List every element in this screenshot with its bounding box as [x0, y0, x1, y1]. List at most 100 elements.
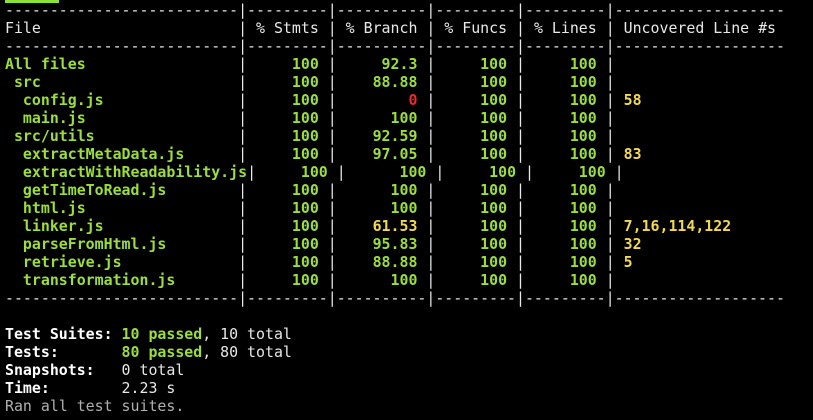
table-row: linker.js | 100 | 61.53 | 100 | 100 | 7,… — [5, 217, 731, 235]
file-name: linker.js — [5, 217, 239, 235]
table-row: extractMetaData.js | 100 | 97.05 | 100 |… — [5, 145, 642, 163]
stmts-value: 100 — [247, 199, 328, 217]
table-row: main.js | 100 | 100 | 100 | 100 | — [5, 109, 624, 127]
column-divider: | — [605, 199, 615, 217]
column-divider: | — [516, 235, 525, 253]
column-divider: | — [605, 217, 615, 235]
lines-value: 100 — [525, 199, 606, 217]
branch-value: 95.83 — [336, 235, 427, 253]
file-name: extractWithReadability.js — [5, 163, 248, 181]
column-divider: | — [516, 181, 525, 199]
table-row: html.js | 100 | 100 | 100 | 100 | — [5, 199, 624, 217]
column-divider: | — [327, 109, 337, 127]
lines-value: 100 — [525, 109, 606, 127]
stmts-value: 100 — [247, 55, 328, 73]
column-divider: | — [516, 73, 525, 91]
column-divider: | — [238, 19, 248, 37]
header-branch: % Branch — [336, 19, 427, 37]
column-divider: | — [327, 73, 337, 91]
stmts-value: 100 — [247, 181, 328, 199]
summary-value: 2.23 s — [121, 379, 176, 397]
file-name: main.js — [5, 109, 239, 127]
column-divider: | — [336, 163, 346, 181]
file-name: src — [5, 73, 239, 91]
column-divider: | — [605, 91, 615, 109]
funcs-value: 100 — [435, 199, 517, 217]
lines-value: 100 — [525, 235, 606, 253]
file-name: src/utils — [5, 127, 239, 145]
column-divider: | — [426, 55, 436, 73]
column-divider: | — [327, 91, 337, 109]
stmts-value: 100 — [247, 235, 328, 253]
summary-time: Time: 2.23 s — [5, 379, 175, 397]
uncovered-lines — [615, 181, 624, 199]
column-divider: | — [247, 163, 257, 181]
column-divider: | — [327, 235, 337, 253]
stmts-value: 100 — [247, 73, 328, 91]
column-divider: | — [605, 181, 615, 199]
column-divider: | — [614, 163, 624, 181]
funcs-value: 100 — [435, 181, 517, 199]
funcs-value: 100 — [435, 235, 517, 253]
column-divider: | — [516, 145, 525, 163]
column-divider: | — [238, 217, 248, 235]
branch-value: 88.88 — [336, 253, 427, 271]
separator-text: --------------------------|---------|---… — [5, 37, 785, 55]
uncovered-lines — [615, 55, 624, 73]
column-divider: | — [605, 127, 615, 145]
uncovered-lines — [615, 127, 624, 145]
column-divider: | — [426, 109, 436, 127]
column-divider: | — [516, 199, 525, 217]
column-divider: | — [605, 235, 615, 253]
branch-value: 0 — [336, 91, 427, 109]
stmts-value: 100 — [247, 217, 328, 235]
file-name: All files — [5, 55, 239, 73]
column-divider: | — [327, 271, 337, 289]
uncovered-lines — [615, 271, 624, 289]
branch-value: 92.3 — [336, 55, 427, 73]
column-divider: | — [327, 145, 337, 163]
summary-test-suites: Test Suites: 10 passed, 10 total — [5, 325, 292, 343]
stmts-value: 100 — [247, 91, 328, 109]
summary-label: Tests: — [5, 343, 122, 361]
column-divider: | — [516, 19, 525, 37]
column-divider: | — [327, 253, 337, 271]
funcs-value: 100 — [435, 109, 517, 127]
table-row: getTimeToRead.js | 100 | 100 | 100 | 100… — [5, 181, 624, 199]
funcs-value: 100 — [435, 253, 517, 271]
column-divider: | — [426, 271, 436, 289]
branch-value: 88.88 — [336, 73, 427, 91]
stmts-value: 100 — [247, 127, 328, 145]
column-divider: | — [426, 217, 436, 235]
file-name: getTimeToRead.js — [5, 181, 239, 199]
table-row: parseFromHtml.js | 100 | 95.83 | 100 | 1… — [5, 235, 642, 253]
uncovered-lines: 32 — [614, 235, 642, 253]
funcs-value: 100 — [435, 91, 517, 109]
lines-value: 100 — [525, 55, 606, 73]
file-name: retrieve.js — [5, 253, 239, 271]
funcs-value: 100 — [444, 163, 525, 181]
table-row: retrieve.js | 100 | 88.88 | 100 | 100 | … — [5, 253, 633, 271]
summary-label: Snapshots: — [5, 361, 122, 379]
summary-footer: Ran all test suites. — [5, 397, 184, 415]
passed-count: 80 passed — [121, 343, 203, 361]
column-divider: | — [605, 253, 615, 271]
branch-value: 100 — [336, 181, 427, 199]
table-row: extractWithReadability.js| 100 | 100 | 1… — [5, 163, 633, 181]
branch-value: 100 — [345, 163, 436, 181]
column-divider: | — [426, 91, 436, 109]
header-stmts: % Stmts — [247, 19, 328, 37]
column-divider: | — [426, 253, 436, 271]
uncovered-lines: 83 — [614, 145, 642, 163]
summary-tests: Tests: 80 passed, 80 total — [5, 343, 292, 361]
column-divider: | — [238, 55, 248, 73]
column-divider: | — [426, 127, 436, 145]
column-divider: | — [426, 199, 436, 217]
uncovered-lines — [615, 73, 624, 91]
lines-value: 100 — [525, 271, 606, 289]
column-divider: | — [426, 181, 436, 199]
uncovered-lines — [624, 163, 633, 181]
lines-value: 100 — [525, 181, 606, 199]
passed-count: 10 passed — [121, 325, 203, 343]
header-funcs: % Funcs — [435, 19, 517, 37]
